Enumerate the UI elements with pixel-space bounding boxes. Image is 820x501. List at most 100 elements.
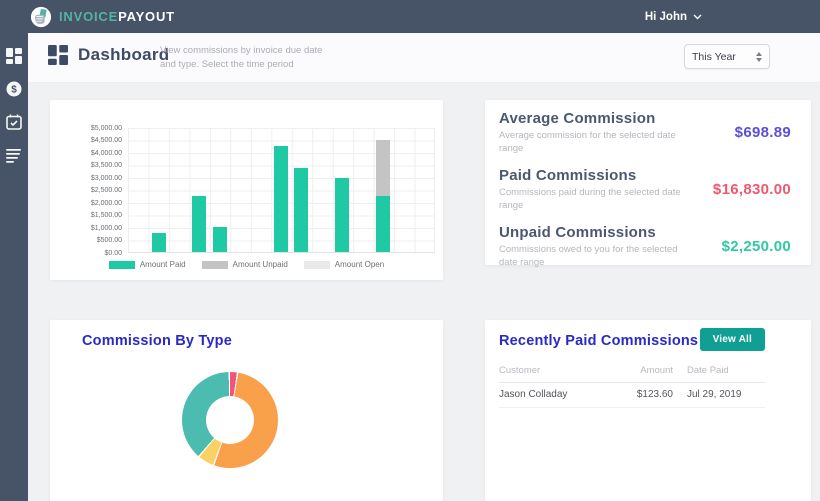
- top-navbar: INVOICEPAYOUT Hi John: [0, 0, 820, 33]
- stats-card: Average Commission Average commission fo…: [485, 100, 811, 265]
- stat-title: Average Commission: [499, 110, 735, 127]
- stat-description: Commissions owed to you for the selected…: [499, 243, 694, 269]
- view-all-button[interactable]: View All: [700, 328, 765, 351]
- page-title: Dashboard: [78, 45, 170, 65]
- recently-paid-table-body: Jason Colladay$123.60Jul 29, 2019: [499, 383, 765, 408]
- user-menu[interactable]: Hi John: [645, 0, 702, 33]
- column-header-date-paid: Date Paid: [687, 360, 765, 383]
- bar-segment[interactable]: [294, 168, 308, 252]
- bar-slot: [332, 127, 352, 252]
- recently-paid-title: Recently Paid Commissions: [499, 333, 698, 349]
- y-axis-tick-label: $4,500.00: [50, 137, 122, 144]
- commissions-bar-chart-card: $5,000.00 $4,500.00 $4,000.00 $3,500.00 $3,0…: [50, 100, 443, 280]
- bar-slot: [271, 127, 291, 252]
- calendar-check-icon: [6, 114, 22, 130]
- y-axis-tick-label: $2,000.00: [50, 200, 122, 207]
- y-axis-tick-label: $5,000.00: [50, 125, 122, 132]
- bar-chart-y-axis: $5,000.00 $4,500.00 $4,000.00 $3,500.00 $3,0…: [50, 128, 122, 253]
- lines-icon: [6, 147, 22, 163]
- page-description: View commissions by invoice due date and…: [160, 44, 322, 72]
- commission-by-type-card: Commission By Type: [50, 320, 443, 501]
- sidebar-nav: $: [0, 33, 28, 501]
- table-row: Jason Colladay$123.60Jul 29, 2019: [499, 383, 765, 408]
- bar-slot: [250, 127, 270, 252]
- bar-slot: [373, 127, 393, 252]
- stat-description: Commissions paid during the selected dat…: [499, 186, 694, 212]
- bar-chart-plot[interactable]: [128, 128, 435, 253]
- bar-slot: [393, 127, 413, 252]
- period-select[interactable]: This Year: [684, 44, 770, 69]
- cell-amount: $123.60: [617, 383, 687, 408]
- page-header: Dashboard View commissions by invoice du…: [28, 33, 820, 83]
- y-axis-tick-label: $500.00: [50, 237, 122, 244]
- stat-unpaid-commissions: Unpaid Commissions Commissions owed to y…: [485, 214, 811, 271]
- commission-by-type-title: Commission By Type: [82, 333, 232, 349]
- recently-paid-card: Recently Paid Commissions View All Custo…: [485, 320, 811, 501]
- y-axis-tick-label: $2,500.00: [50, 187, 122, 194]
- stat-title: Paid Commissions: [499, 167, 713, 184]
- bar-slot: [189, 127, 209, 252]
- app-screen: INVOICEPAYOUT Hi John $: [0, 0, 820, 501]
- brand-logo[interactable]: INVOICEPAYOUT: [30, 6, 175, 28]
- bar-segment[interactable]: [274, 146, 288, 252]
- period-select-value: This Year: [692, 51, 756, 63]
- y-axis-tick-label: $4,000.00: [50, 150, 122, 157]
- bar-chart-legend: Amount Paid Amount Unpaid Amount Open: [50, 260, 443, 269]
- bar-slot: [312, 127, 332, 252]
- legend-label: Amount Unpaid: [233, 260, 288, 269]
- bar-segment[interactable]: [335, 178, 349, 253]
- sidebar-item-dashboard[interactable]: [6, 48, 22, 64]
- stat-paid-commissions: Paid Commissions Commissions paid during…: [485, 157, 811, 214]
- dollar-circle-icon: $: [6, 81, 22, 97]
- cell-date-paid: Jul 29, 2019: [687, 383, 765, 408]
- legend-item[interactable]: Amount Open: [304, 260, 384, 269]
- bar-slot: [414, 127, 434, 252]
- brand-text: INVOICEPAYOUT: [59, 9, 175, 24]
- select-arrows-icon: [756, 52, 762, 62]
- stat-value: $698.89: [735, 124, 791, 141]
- brand-invoice: INVOICE: [59, 9, 118, 24]
- column-header-customer: Customer: [499, 360, 617, 383]
- stat-average-commission: Average Commission Average commission fo…: [485, 100, 811, 157]
- legend-swatch: [202, 261, 228, 269]
- cell-customer: Jason Colladay: [499, 383, 617, 408]
- stat-title: Unpaid Commissions: [499, 224, 722, 241]
- grid-icon: [6, 48, 22, 64]
- brand-payout: PAYOUT: [118, 9, 175, 24]
- bar-slot: [148, 127, 168, 252]
- column-header-amount: Amount: [617, 360, 687, 383]
- y-axis-tick-label: $0.00: [50, 250, 122, 257]
- legend-item[interactable]: Amount Paid: [109, 260, 186, 269]
- bar-segment[interactable]: [376, 140, 390, 196]
- bar-slot: [128, 127, 148, 252]
- bar-slot: [291, 127, 311, 252]
- bar-segment[interactable]: [213, 227, 227, 252]
- stat-value: $16,830.00: [713, 181, 791, 198]
- stat-description: Average commission for the selected date…: [499, 129, 694, 155]
- sidebar-item-invoices[interactable]: [6, 114, 22, 130]
- stat-value: $2,250.00: [722, 238, 791, 255]
- legend-label: Amount Paid: [140, 260, 186, 269]
- sidebar-item-commissions[interactable]: $: [6, 81, 22, 97]
- legend-label: Amount Open: [335, 260, 384, 269]
- chevron-down-icon: [693, 14, 702, 20]
- bar-segment[interactable]: [192, 196, 206, 252]
- y-axis-tick-label: $3,500.00: [50, 162, 122, 169]
- bar-segment[interactable]: [376, 196, 390, 252]
- legend-swatch: [109, 261, 135, 269]
- commission-type-donut-chart[interactable]: [182, 372, 278, 468]
- y-axis-tick-label: $1,500.00: [50, 212, 122, 219]
- svg-text:$: $: [11, 85, 17, 96]
- bar-slot: [169, 127, 189, 252]
- user-greeting: Hi John: [645, 11, 687, 23]
- bar-slot: [210, 127, 230, 252]
- invoice-payout-logo-icon: [30, 6, 52, 28]
- bar-slot: [230, 127, 250, 252]
- y-axis-tick-label: $3,000.00: [50, 175, 122, 182]
- sidebar-item-reports[interactable]: [6, 147, 22, 163]
- recently-paid-table: Customer Amount Date Paid Jason Colladay…: [499, 360, 765, 408]
- bar-segment[interactable]: [152, 233, 166, 252]
- bar-slot: [352, 127, 372, 252]
- legend-item[interactable]: Amount Unpaid: [202, 260, 288, 269]
- dashboard-grid-icon: [48, 45, 68, 65]
